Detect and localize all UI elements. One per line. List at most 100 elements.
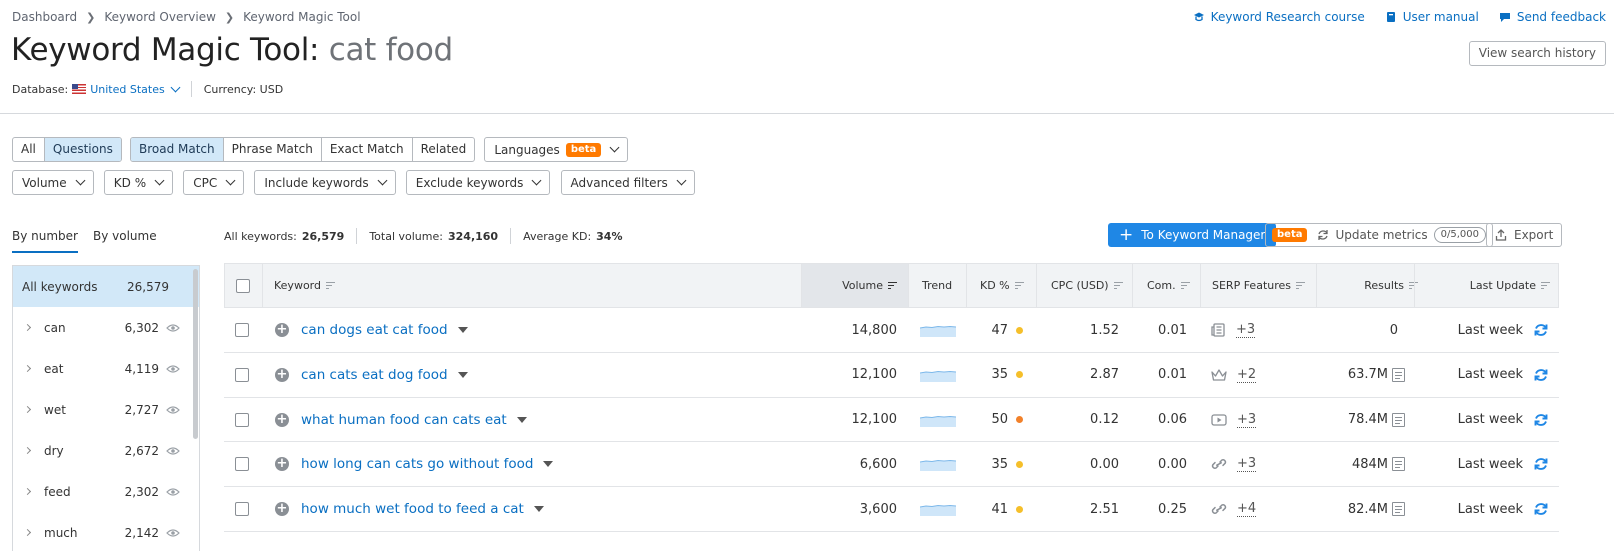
header-kd[interactable]: KD % (980, 264, 1024, 307)
serp-page-icon[interactable] (1392, 367, 1405, 382)
row-checkbox[interactable] (235, 367, 249, 382)
caret-down-icon[interactable] (457, 371, 468, 378)
serp-more-link[interactable]: +4 (1237, 501, 1257, 518)
row-checkbox[interactable] (235, 412, 249, 427)
groups-scrollbar[interactable] (193, 269, 198, 439)
serp-more-link[interactable]: +3 (1237, 412, 1257, 428)
serp-more-link[interactable]: +3 (1236, 322, 1256, 338)
cpc-cell: 0.00 (1090, 456, 1119, 472)
to-keyword-manager-button[interactable]: + To Keyword Manager (1108, 223, 1277, 247)
breadcrumb-keyword-overview[interactable]: Keyword Overview (104, 10, 216, 24)
export-button[interactable]: Export (1486, 223, 1563, 247)
send-feedback-link[interactable]: Send feedback (1499, 10, 1606, 24)
group-item[interactable]: much 2,142 (13, 512, 199, 551)
caret-down-icon[interactable] (533, 506, 544, 513)
header-keyword[interactable]: Keyword (274, 264, 335, 307)
tab-questions[interactable]: Questions (44, 138, 121, 161)
tab-exact-match[interactable]: Exact Match (322, 138, 413, 161)
export-icon (1495, 229, 1507, 241)
refresh-icon[interactable] (1533, 412, 1549, 428)
serp-more-link[interactable]: +3 (1237, 456, 1257, 473)
header-serp[interactable]: SERP Features (1212, 264, 1306, 307)
caret-down-icon[interactable] (543, 461, 554, 468)
group-item[interactable]: dry 2,672 (13, 430, 199, 471)
eye-icon[interactable] (166, 405, 180, 415)
eye-icon[interactable] (166, 487, 180, 497)
chevron-right-icon[interactable] (23, 364, 32, 373)
group-item[interactable]: eat 4,119 (13, 348, 199, 389)
refresh-icon[interactable] (1533, 322, 1549, 338)
refresh-icon[interactable] (1533, 367, 1549, 383)
header-last-update[interactable]: Last Update (1420, 264, 1550, 307)
serp-page-icon[interactable] (1392, 457, 1405, 472)
tab-by-volume[interactable]: By volume (93, 229, 157, 253)
view-search-history-button[interactable]: View search history (1468, 41, 1606, 66)
eye-icon[interactable] (166, 323, 180, 333)
kd-filter-dropdown[interactable]: KD % (103, 170, 174, 195)
header-com[interactable]: Com. (1147, 264, 1190, 307)
cpc-filter-dropdown[interactable]: CPC (183, 170, 245, 195)
keyword-link[interactable]: how much wet food to feed a cat (301, 501, 524, 517)
select-all-checkbox[interactable] (236, 278, 250, 293)
refresh-icon[interactable] (1533, 456, 1549, 472)
kd-difficulty-dot (1016, 460, 1023, 468)
group-item[interactable]: feed 2,302 (13, 471, 199, 512)
tab-phrase-match[interactable]: Phrase Match (224, 138, 322, 161)
database-select[interactable]: United States (90, 82, 181, 96)
chevron-right-icon[interactable] (23, 405, 32, 414)
chevron-right-icon[interactable] (23, 528, 32, 537)
chevron-right-icon[interactable] (23, 446, 32, 455)
keyword-link[interactable]: what human food can cats eat (301, 412, 507, 428)
link-icon[interactable] (1211, 457, 1227, 471)
advanced-filters-dropdown[interactable]: Advanced filters (560, 170, 695, 195)
serp-more-link[interactable]: +2 (1237, 367, 1257, 383)
breadcrumb-dashboard[interactable]: Dashboard (12, 10, 77, 24)
row-checkbox[interactable] (235, 502, 249, 517)
row-select-cell (235, 308, 249, 352)
keyword-link[interactable]: can cats eat dog food (301, 367, 448, 383)
tab-related[interactable]: Related (413, 138, 475, 161)
video-icon[interactable] (1211, 413, 1227, 427)
add-to-list-icon[interactable]: + (275, 367, 289, 382)
include-keywords-dropdown[interactable]: Include keywords (254, 170, 396, 195)
chevron-down-icon (225, 175, 236, 186)
chevron-right-icon[interactable] (23, 323, 32, 332)
keyword-research-course-link[interactable]: Keyword Research course (1193, 10, 1365, 24)
caret-down-icon[interactable] (457, 327, 468, 333)
newspaper-icon[interactable] (1211, 323, 1226, 337)
header-results[interactable]: Results (1320, 264, 1418, 307)
header-cpc[interactable]: CPC (USD) (1051, 264, 1123, 307)
eye-icon[interactable] (166, 528, 180, 538)
row-checkbox[interactable] (235, 457, 249, 472)
link-icon[interactable] (1211, 502, 1227, 516)
tab-by-number[interactable]: By number (12, 229, 78, 253)
add-to-list-icon[interactable]: + (275, 502, 289, 517)
row-select-cell (235, 353, 249, 397)
group-item[interactable]: can 6,302 (13, 307, 199, 348)
row-checkbox[interactable] (235, 323, 249, 337)
crown-icon[interactable] (1211, 368, 1227, 382)
exclude-keywords-dropdown[interactable]: Exclude keywords (405, 170, 551, 195)
eye-icon[interactable] (166, 446, 180, 456)
eye-icon[interactable] (166, 364, 180, 374)
add-to-list-icon[interactable]: + (275, 457, 289, 472)
keyword-link[interactable]: can dogs eat cat food (301, 322, 448, 338)
tab-broad-match[interactable]: Broad Match (130, 138, 224, 161)
refresh-icon[interactable] (1533, 501, 1549, 517)
serp-page-icon[interactable] (1392, 502, 1405, 517)
header-volume[interactable]: Volume (801, 264, 908, 307)
update-metrics-button[interactable]: beta Update metrics 0/5,000 (1265, 223, 1493, 247)
add-to-list-icon[interactable]: + (275, 323, 289, 337)
add-to-list-icon[interactable]: + (275, 412, 289, 427)
keyword-link[interactable]: how long can cats go without food (301, 456, 533, 472)
serp-page-icon[interactable] (1392, 412, 1405, 427)
group-item[interactable]: wet 2,727 (13, 389, 199, 430)
user-manual-link[interactable]: User manual (1385, 10, 1479, 24)
volume-filter-dropdown[interactable]: Volume (12, 170, 94, 195)
chevron-right-icon[interactable] (23, 487, 32, 496)
languages-dropdown[interactable]: Languages beta (484, 137, 629, 162)
tab-all[interactable]: All (13, 138, 45, 161)
currency-label: Currency: USD (203, 82, 284, 96)
caret-down-icon[interactable] (516, 416, 527, 423)
group-all-keywords[interactable]: All keywords 26,579 (13, 266, 199, 307)
